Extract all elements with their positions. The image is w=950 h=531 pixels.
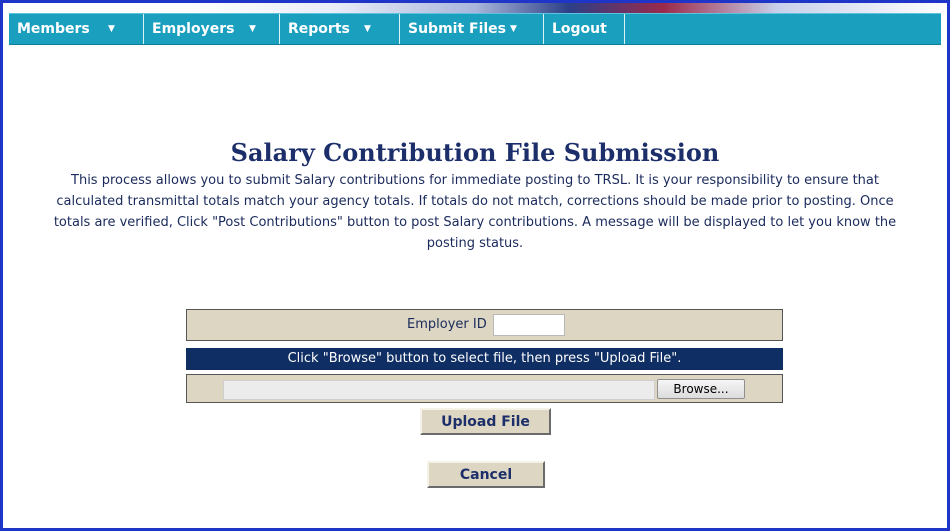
chevron-down-icon: ▼: [249, 24, 256, 34]
nav-members-label: Members: [17, 21, 90, 37]
nav-logout-label: Logout: [552, 21, 607, 37]
window-frame: [0, 0, 950, 531]
browse-button[interactable]: Browse...: [657, 379, 745, 399]
file-select-row: Browse...: [186, 374, 783, 403]
main-nav: Members ▼ Employers ▼ Reports ▼ Submit F…: [9, 13, 941, 45]
employer-id-label: Employer ID: [407, 317, 487, 332]
nav-submit-files[interactable]: Submit Files ▼: [400, 14, 544, 44]
page-title: Salary Contribution File Submission: [230, 138, 720, 167]
file-path-field[interactable]: [223, 380, 655, 400]
nav-employers-label: Employers: [152, 21, 235, 37]
cancel-button[interactable]: Cancel: [427, 461, 545, 488]
header-decoration: [3, 3, 947, 13]
nav-employers[interactable]: Employers ▼: [144, 14, 280, 44]
upload-instruction: Click "Browse" button to select file, th…: [186, 348, 783, 370]
employer-id-input[interactable]: [493, 314, 565, 336]
page-description: This process allows you to submit Salary…: [53, 173, 897, 251]
upload-file-button[interactable]: Upload File: [420, 408, 551, 435]
nav-reports-label: Reports: [288, 21, 350, 37]
chevron-down-icon: ▼: [364, 24, 371, 34]
nav-logout[interactable]: Logout: [544, 14, 625, 44]
nav-reports[interactable]: Reports ▼: [280, 14, 400, 44]
chevron-down-icon: ▼: [108, 24, 115, 34]
employer-id-row: Employer ID: [186, 309, 783, 341]
chevron-down-icon: ▼: [510, 24, 517, 34]
nav-submit-files-label: Submit Files: [408, 21, 507, 37]
nav-members[interactable]: Members ▼: [9, 14, 144, 44]
